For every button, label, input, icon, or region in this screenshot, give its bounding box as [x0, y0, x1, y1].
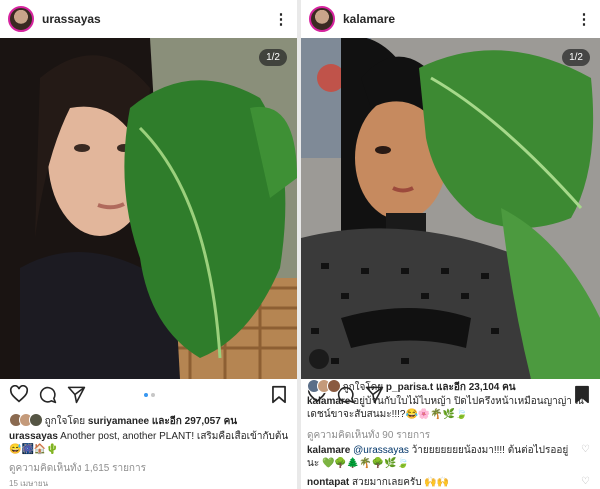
username[interactable]: kalamare: [343, 12, 574, 26]
post-header: kalamare ⋮: [301, 0, 600, 38]
comment-like-heart-icon[interactable]: ♡: [581, 444, 590, 455]
likes-line: ถูกใจโดย suriyamanee และอีก 297,057 คน: [9, 413, 289, 428]
likes-count[interactable]: และอีก 297,057 คน: [152, 416, 237, 427]
comment-icon[interactable]: [38, 385, 57, 404]
caption: urassayas Another post, another PLANT! เ…: [9, 430, 289, 458]
caption: kalamare อยู่บ้านกับใบไม้ไบหญ้า ปิดไปครึ…: [307, 395, 592, 423]
user-tag-icon[interactable]: [309, 349, 329, 369]
comment-username[interactable]: kalamare: [307, 445, 350, 456]
timestamp: 15 เมษายน: [9, 479, 49, 488]
comment-username[interactable]: nontapat: [307, 477, 349, 488]
liker-username[interactable]: p_parisa.t: [386, 382, 433, 393]
comment-like-heart-icon[interactable]: ♡: [581, 476, 590, 487]
photo-image: [0, 38, 297, 379]
post-urassayas: urassayas ⋮ 1/2 ถูกใจโดย suriyamanee และ…: [0, 0, 297, 489]
more-options-icon[interactable]: ⋮: [574, 12, 594, 27]
more-options-icon[interactable]: ⋮: [271, 12, 291, 27]
comment-mention[interactable]: @urassayas: [353, 445, 409, 456]
photo-image: [301, 38, 600, 379]
caption-username[interactable]: urassayas: [9, 431, 58, 442]
comment-text: สวยมากเลยครับ 🙌🙌: [352, 477, 450, 488]
likes-prefix: ถูกใจโดย: [44, 416, 86, 427]
comment-nontapat: nontapat สวยมากเลยครับ 🙌🙌: [307, 476, 572, 489]
liker-avatars: [307, 379, 341, 393]
username[interactable]: urassayas: [42, 12, 271, 26]
post-photo[interactable]: 1/2: [0, 38, 297, 379]
carousel-counter: 1/2: [259, 49, 287, 66]
likes-prefix: ถูกใจโดย: [342, 382, 384, 393]
likes-line: ถูกใจโดย p_parisa.t และอีก 23,104 คน: [307, 379, 592, 394]
view-comments-link[interactable]: ดูความคิดเห็นทั้ง 1,615 รายการ: [9, 462, 289, 475]
post-kalamare: kalamare ⋮ 1/2 ถูกใจโดย p_parisa.t และอี…: [301, 0, 600, 489]
view-comments-link[interactable]: ดูความคิดเห็นทั้ง 90 รายการ: [307, 429, 592, 442]
avatar[interactable]: [309, 6, 335, 32]
action-bar: [0, 379, 297, 409]
heart-icon[interactable]: [9, 385, 29, 403]
liker-username[interactable]: suriyamanee: [88, 416, 149, 427]
comment-kalamare: kalamare @urassayas ว้ายยยยยยยน้องมา!!!!…: [307, 444, 572, 472]
caption-username[interactable]: kalamare: [307, 396, 350, 407]
share-icon[interactable]: [67, 385, 86, 404]
likes-count[interactable]: และอีก 23,104 คน: [436, 382, 516, 393]
avatar[interactable]: [8, 6, 34, 32]
carousel-dots: [143, 393, 155, 397]
carousel-counter: 1/2: [562, 49, 590, 66]
liker-avatars: [9, 413, 43, 427]
post-header: urassayas ⋮: [0, 0, 297, 38]
post-photo[interactable]: 1/2: [301, 38, 600, 379]
bookmark-icon[interactable]: [271, 385, 287, 404]
